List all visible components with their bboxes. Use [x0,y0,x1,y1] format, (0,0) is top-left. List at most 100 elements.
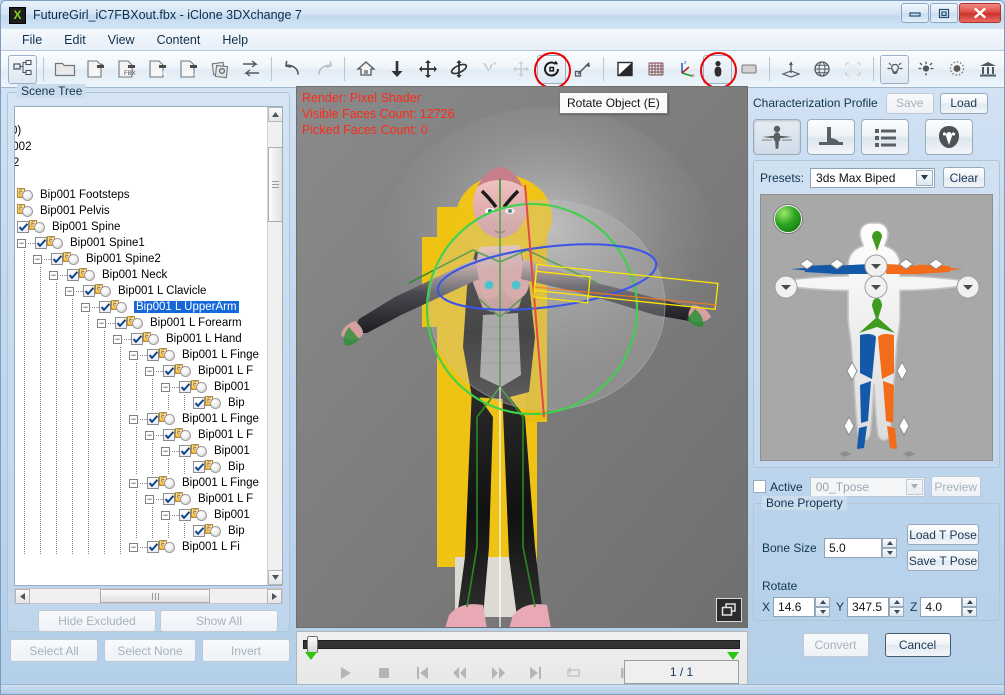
tree-checkbox[interactable] [131,333,143,345]
tree-row[interactable]: ode(0) [15,123,282,139]
body-map-figure[interactable] [761,195,994,462]
tree-expander-icon[interactable]: − [97,318,106,328]
tree-expander-icon[interactable]: − [161,446,170,456]
stepper-down-icon[interactable] [962,607,978,617]
tree-checkbox[interactable] [99,301,111,313]
bone-size-input[interactable]: 5.0 [824,537,882,558]
preview-button[interactable]: Preview [930,476,981,497]
3d-viewport[interactable]: Render: Pixel Shader Visible Faces Count… [296,86,748,628]
import-obj-button[interactable]: OBJ [174,55,203,84]
tree-expander-icon[interactable]: − [49,270,58,280]
tree-expander-icon[interactable]: − [129,414,138,424]
tree-row[interactable]: F Bip001 Footsteps [15,187,282,203]
rotate-y-stepper[interactable] [889,597,905,617]
tree-checkbox[interactable] [147,541,159,553]
active-checkbox[interactable] [753,480,766,493]
tree-checkbox[interactable] [179,509,191,521]
ground-mode-button[interactable] [807,119,855,155]
tree-row[interactable]: − F Bip001 L F [15,491,282,507]
tree-row[interactable]: − F Bip001 [15,443,282,459]
cancel-button[interactable]: Cancel [884,633,951,657]
tree-row[interactable]: − F Bip001 L Fi [15,539,282,555]
scroll-up-button[interactable] [268,107,282,122]
bounding-box-button[interactable] [838,55,867,84]
scroll-left-button[interactable] [15,589,30,604]
tree-row[interactable]: − F Bip001 L Finge [15,347,282,363]
batch-convert-button[interactable] [205,55,234,84]
chevron-down-icon[interactable] [905,478,923,495]
viewport-layout-button[interactable] [716,598,742,622]
tree-row[interactable]: − F Bip001 Neck [15,267,282,283]
hide-excluded-button[interactable]: Hide Excluded [38,610,156,632]
tree-checkbox[interactable] [179,445,191,457]
maximize-button[interactable] [930,3,958,23]
tree-row[interactable]: p001 [15,171,282,187]
tree-expander-icon[interactable]: − [129,350,138,360]
tree-expander-icon[interactable]: − [81,302,90,312]
vertical-scroll-thumb[interactable] [268,147,282,222]
tree-checkbox[interactable] [193,397,205,409]
body-map[interactable] [760,194,993,461]
rotate-object-button[interactable] [534,51,571,89]
tree-row[interactable]: − F Bip001 L UpperArm [15,299,282,315]
tree-expander-icon[interactable]: − [145,366,154,376]
tpose-mode-button[interactable] [753,119,801,155]
tree-horizontal-scrollbar[interactable] [14,588,283,604]
tree-row[interactable]: − F Bip001 Spine1 [15,235,282,251]
pose-select[interactable]: 00_Tpose [809,476,925,497]
move-object-button[interactable] [413,55,442,84]
stepper-up-icon[interactable] [962,597,978,607]
select-all-button[interactable]: Select All [10,639,98,662]
open-project-button[interactable] [50,55,79,84]
fast-forward-button[interactable] [479,660,517,686]
import-bvh-button[interactable]: BVH [143,55,172,84]
light-ambient-button[interactable] [942,55,971,84]
tree-expander-icon[interactable]: − [161,510,170,520]
tree-checkbox[interactable] [51,253,63,265]
loop-button[interactable] [555,660,593,686]
shading-mode-button[interactable] [610,55,639,84]
tree-checkbox[interactable] [147,349,159,361]
tree-expander-icon[interactable]: − [145,430,154,440]
invert-button[interactable]: Invert [202,639,290,662]
tree-row[interactable]: F Bip001 Spine [15,219,282,235]
tree-expander-icon[interactable]: − [33,254,42,264]
menu-edit[interactable]: Edit [53,31,97,49]
scene-tree-view[interactable]: Rootode(0)bject002ox012p001FBip001 Foots… [14,106,283,586]
drop-to-floor-button[interactable] [382,55,411,84]
stepper-down-icon[interactable] [815,607,831,617]
transform-tool-button[interactable] [506,55,535,84]
save-profile-button[interactable]: Save [885,92,934,114]
tree-checkbox[interactable] [193,525,205,537]
import-ic-button[interactable]: iC [81,55,110,84]
tree-checkbox[interactable] [163,429,175,441]
orbit-object-button[interactable] [444,55,473,84]
rotate-z-input[interactable]: 4.0 [920,597,963,617]
preset-select[interactable]: 3ds Max Biped [810,167,936,188]
tree-row[interactable]: − F Bip001 L Finge [15,475,282,491]
bone-size-stepper[interactable] [882,537,897,558]
export-arrows-button[interactable] [236,55,265,84]
minimize-button[interactable] [901,3,929,23]
character-mode-button[interactable] [700,51,737,89]
tree-checkbox[interactable] [163,365,175,377]
rotate-x-input[interactable]: 14.6 [773,597,816,617]
scale-object-button[interactable] [568,55,597,84]
select-none-button[interactable]: Select None [104,639,196,662]
light-key-button[interactable] [880,54,909,84]
tree-expander-icon[interactable]: − [129,542,138,552]
import-fbx-button[interactable]: FBX [112,55,141,84]
tree-checkbox[interactable] [83,285,95,297]
timeline-track[interactable] [303,640,740,649]
wireframe-globe-button[interactable] [807,55,836,84]
load-profile-button[interactable]: Load [939,92,988,114]
stepper-down-icon[interactable] [889,607,905,617]
home-view-button[interactable] [351,55,380,84]
scroll-right-button[interactable] [267,589,282,604]
menu-help[interactable]: Help [211,31,259,49]
tree-row[interactable]: bject002 [15,139,282,155]
tree-row[interactable]: − F Bip001 [15,507,282,523]
scroll-down-button[interactable] [268,570,282,585]
rewind-button[interactable] [441,660,479,686]
tree-checkbox[interactable] [193,461,205,473]
